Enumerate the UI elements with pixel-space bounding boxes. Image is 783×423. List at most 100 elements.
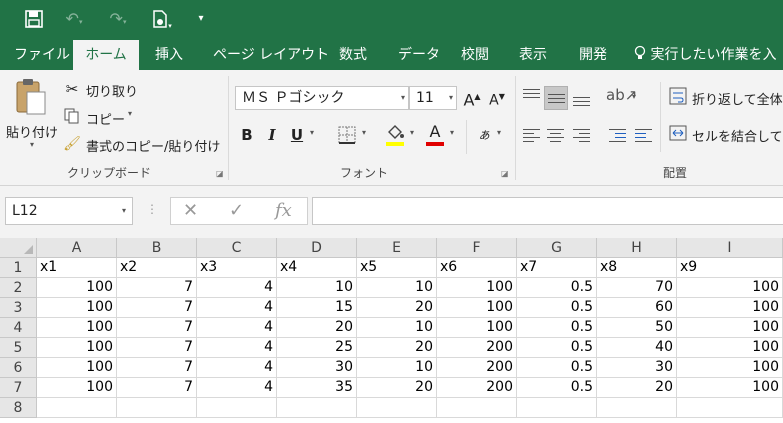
header-cell[interactable]: x4	[277, 258, 357, 278]
table-cell[interactable]: 7	[117, 278, 197, 298]
table-cell[interactable]: 20	[357, 298, 437, 318]
format-painter-button[interactable]: 書式のコピー/貼り付け	[86, 136, 220, 155]
formula-input[interactable]	[312, 197, 783, 225]
column-header-a[interactable]: A	[37, 238, 117, 258]
table-cell[interactable]: 200	[437, 358, 517, 378]
clipboard-launcher-icon[interactable]: ◪	[216, 169, 224, 178]
table-cell[interactable]: 30	[277, 358, 357, 378]
copy-button[interactable]: コピー	[86, 109, 125, 128]
table-cell[interactable]: 100	[677, 378, 783, 398]
paste-button[interactable]: 貼り付け	[6, 122, 58, 141]
header-cell[interactable]: x6	[437, 258, 517, 278]
table-cell[interactable]: 100	[677, 338, 783, 358]
increase-indent-button[interactable]	[632, 123, 656, 147]
table-cell[interactable]: 30	[597, 358, 677, 378]
align-right-button[interactable]	[570, 123, 594, 147]
table-cell[interactable]: 0.5	[517, 298, 597, 318]
table-cell[interactable]: 40	[597, 338, 677, 358]
fill-color-dropdown-icon[interactable]: ▾	[410, 128, 414, 137]
top-align-button[interactable]	[520, 86, 544, 110]
table-cell[interactable]: 10	[357, 358, 437, 378]
header-cell[interactable]: x9	[677, 258, 783, 278]
table-cell[interactable]: 4	[197, 358, 277, 378]
row-header-7[interactable]: 7	[0, 378, 37, 398]
table-cell[interactable]: 100	[437, 318, 517, 338]
copy-dropdown-icon[interactable]: ▾	[128, 109, 132, 118]
table-cell[interactable]: 4	[197, 318, 277, 338]
header-cell[interactable]: x7	[517, 258, 597, 278]
grow-font-button[interactable]: A▲	[461, 86, 483, 109]
table-cell[interactable]: 10	[277, 278, 357, 298]
font-color-icon[interactable]: A	[424, 122, 446, 148]
align-center-button[interactable]	[544, 123, 568, 147]
table-cell[interactable]: 7	[117, 358, 197, 378]
tab-file[interactable]: ファイル	[14, 38, 70, 70]
underline-button[interactable]: U	[286, 124, 308, 146]
table-cell[interactable]: 7	[117, 378, 197, 398]
orientation-icon[interactable]: ab↗	[606, 86, 637, 104]
table-cell[interactable]: 10	[357, 318, 437, 338]
tab-insert[interactable]: 挿入	[155, 38, 183, 70]
row-header-1[interactable]: 1	[0, 258, 37, 278]
table-cell[interactable]: 100	[677, 318, 783, 338]
orientation-dropdown-icon[interactable]: ▾	[632, 92, 636, 101]
column-header-i[interactable]: I	[677, 238, 783, 258]
header-cell[interactable]: x2	[117, 258, 197, 278]
table-cell[interactable]: 20	[357, 338, 437, 358]
underline-dropdown-icon[interactable]: ▾	[310, 128, 314, 137]
table-cell[interactable]	[677, 398, 783, 418]
table-cell[interactable]: 100	[437, 278, 517, 298]
name-box[interactable]: L12 ▾	[5, 197, 133, 225]
bottom-align-button[interactable]	[570, 86, 594, 110]
table-cell[interactable]: 20	[357, 378, 437, 398]
table-cell[interactable]: 0.5	[517, 318, 597, 338]
cut-button[interactable]: 切り取り	[86, 81, 138, 100]
paste-icon[interactable]	[12, 78, 48, 118]
table-cell[interactable]	[517, 398, 597, 418]
tab-home[interactable]: ホーム	[73, 40, 139, 70]
tab-page-layout[interactable]: ページ レイアウト	[213, 38, 329, 70]
table-cell[interactable]: 20	[277, 318, 357, 338]
save-icon[interactable]	[22, 8, 46, 30]
header-cell[interactable]: x5	[357, 258, 437, 278]
row-header-8[interactable]: 8	[0, 398, 37, 418]
row-header-5[interactable]: 5	[0, 338, 37, 358]
table-cell[interactable]: 200	[437, 338, 517, 358]
header-cell[interactable]: x3	[197, 258, 277, 278]
table-cell[interactable]: 4	[197, 338, 277, 358]
header-cell[interactable]: x1	[37, 258, 117, 278]
table-cell[interactable]: 100	[37, 338, 117, 358]
italic-button[interactable]: I	[261, 124, 283, 146]
table-cell[interactable]: 20	[597, 378, 677, 398]
table-cell[interactable]: 25	[277, 338, 357, 358]
enter-icon[interactable]: ✓	[229, 200, 244, 221]
row-header-2[interactable]: 2	[0, 278, 37, 298]
table-cell[interactable]: 60	[597, 298, 677, 318]
redo-icon[interactable]: ↷▾	[104, 8, 132, 30]
middle-align-button[interactable]	[544, 86, 568, 110]
table-cell[interactable]: 35	[277, 378, 357, 398]
row-header-4[interactable]: 4	[0, 318, 37, 338]
table-cell[interactable]: 100	[677, 358, 783, 378]
table-cell[interactable]: 100	[37, 378, 117, 398]
tab-formulas[interactable]: 数式	[339, 38, 367, 70]
splitter-handle-icon[interactable]: ⋮	[146, 202, 158, 216]
cancel-icon[interactable]: ✕	[183, 200, 198, 221]
customize-qat-icon[interactable]: ▾	[194, 8, 208, 30]
table-cell[interactable]: 100	[437, 298, 517, 318]
table-cell[interactable]	[117, 398, 197, 418]
column-header-c[interactable]: C	[197, 238, 277, 258]
tab-developer[interactable]: 開発	[579, 38, 607, 70]
borders-icon[interactable]	[337, 126, 357, 147]
merge-center-button[interactable]: セルを結合して	[692, 126, 783, 145]
phonetic-dropdown-icon[interactable]: ▾	[497, 128, 501, 137]
select-all-button[interactable]	[0, 238, 37, 258]
row-header-3[interactable]: 3	[0, 298, 37, 318]
phonetic-icon[interactable]: ぁ	[475, 124, 493, 143]
wrap-text-button[interactable]: 折り返して全体	[692, 89, 783, 108]
table-cell[interactable]: 100	[37, 298, 117, 318]
table-cell[interactable]: 100	[37, 278, 117, 298]
font-color-dropdown-icon[interactable]: ▾	[450, 128, 454, 137]
table-cell[interactable]: 100	[37, 358, 117, 378]
table-cell[interactable]: 10	[357, 278, 437, 298]
